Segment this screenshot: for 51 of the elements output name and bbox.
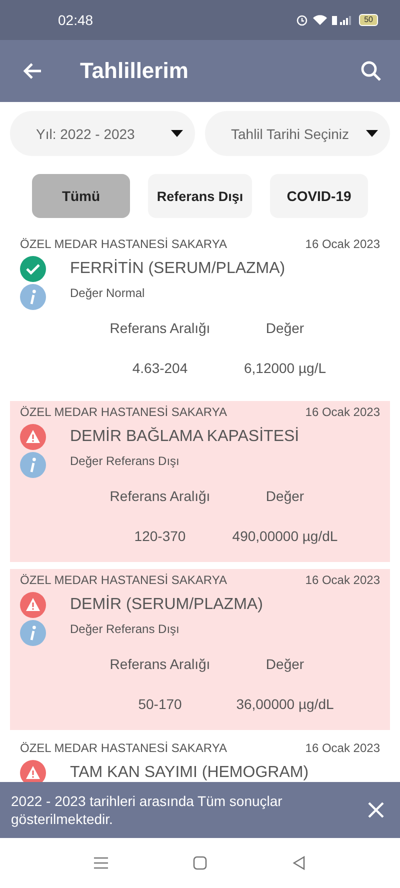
result-card[interactable]: ÖZEL MEDAR HASTANESİ SAKARYA 16 Ocak 2023 DEMİR BAĞLAMA KAPASİTESİ Değer Referans Dışı Referans Aralığı Değer 120-370 490,00000 µg/dL — [10, 401, 390, 562]
result-date: 16 Ocak 2023 — [305, 741, 380, 755]
caret-icon — [366, 130, 378, 137]
wifi-icon — [313, 14, 328, 26]
result-status: Değer Normal — [70, 286, 145, 300]
test-name: DEMİR BAĞLAMA KAPASİTESİ — [70, 428, 300, 446]
info-icon — [20, 284, 46, 310]
column-label: Referans Aralığı — [108, 488, 212, 504]
filter-tab[interactable]: Referans Dışı — [148, 174, 252, 218]
filter-tab[interactable]: COVID-19 — [270, 174, 368, 218]
column-label: Değer — [264, 488, 306, 504]
result-value: 490,00000 µg/dL — [231, 528, 339, 544]
result-card[interactable]: ÖZEL MEDAR HASTANESİ SAKARYA 16 Ocak 2023 DEMİR (SERUM/PLAZMA) Değer Referans Dışı Referans Aralığı Değer 50-170 36,00000 µg/dL — [10, 569, 390, 730]
home-icon[interactable] — [193, 856, 207, 870]
result-value: 6,12000 µg/L — [242, 360, 328, 376]
result-value: 36,00000 µg/dL — [235, 696, 335, 712]
hospital-name: ÖZEL MEDAR HASTANESİ SAKARYA — [20, 741, 227, 755]
battery-icon: 50 — [359, 14, 378, 26]
result-date: 16 Ocak 2023 — [305, 573, 380, 587]
test-name: DEMİR (SERUM/PLAZMA) — [70, 596, 263, 614]
back-icon[interactable] — [22, 62, 42, 80]
reference-range: 120-370 — [133, 528, 187, 544]
test-name: FERRİTİN (SERUM/PLAZMA) — [70, 260, 286, 278]
alarm-icon — [296, 14, 308, 26]
dropdown[interactable]: Tahlil Tarihi Seçiniz — [205, 111, 390, 156]
close-icon[interactable] — [368, 802, 384, 818]
hospital-name: ÖZEL MEDAR HASTANESİ SAKARYA — [20, 405, 227, 419]
result-date: 16 Ocak 2023 — [305, 237, 380, 251]
caret-icon — [171, 130, 183, 137]
info-icon — [20, 620, 46, 646]
snackbar-message: 2022 - 2023 tarihleri arasında Tüm sonuçlar gösterilmektedir. — [11, 792, 284, 828]
info-icon — [20, 452, 46, 478]
column-label: Referans Aralığı — [108, 656, 212, 672]
menu-icon[interactable] — [94, 857, 108, 869]
hospital-name: ÖZEL MEDAR HASTANESİ SAKARYA — [20, 237, 227, 251]
reference-range: 50-170 — [137, 696, 183, 712]
column-label: Değer — [264, 656, 306, 672]
search-icon[interactable] — [360, 60, 382, 82]
result-status: Değer Referans Dışı — [70, 454, 180, 468]
result-date: 16 Ocak 2023 — [305, 405, 380, 419]
reference-range: 4.63-204 — [131, 360, 189, 376]
result-status: Değer Referans Dışı — [70, 622, 180, 636]
hospital-name: ÖZEL MEDAR HASTANESİ SAKARYA — [20, 573, 227, 587]
column-label: Değer — [264, 320, 306, 336]
back-nav-icon[interactable] — [292, 856, 306, 870]
screen-title: Tahlillerim — [80, 58, 190, 84]
test-name: TAM KAN SAYIMI (HEMOGRAM) — [70, 764, 309, 782]
column-label: Referans Aralığı — [108, 320, 212, 336]
dropdown[interactable]: Yıl: 2022 - 2023 — [10, 111, 195, 156]
filter-tab[interactable]: Tümü — [32, 174, 130, 218]
clock-time: 02:48 — [58, 12, 94, 28]
